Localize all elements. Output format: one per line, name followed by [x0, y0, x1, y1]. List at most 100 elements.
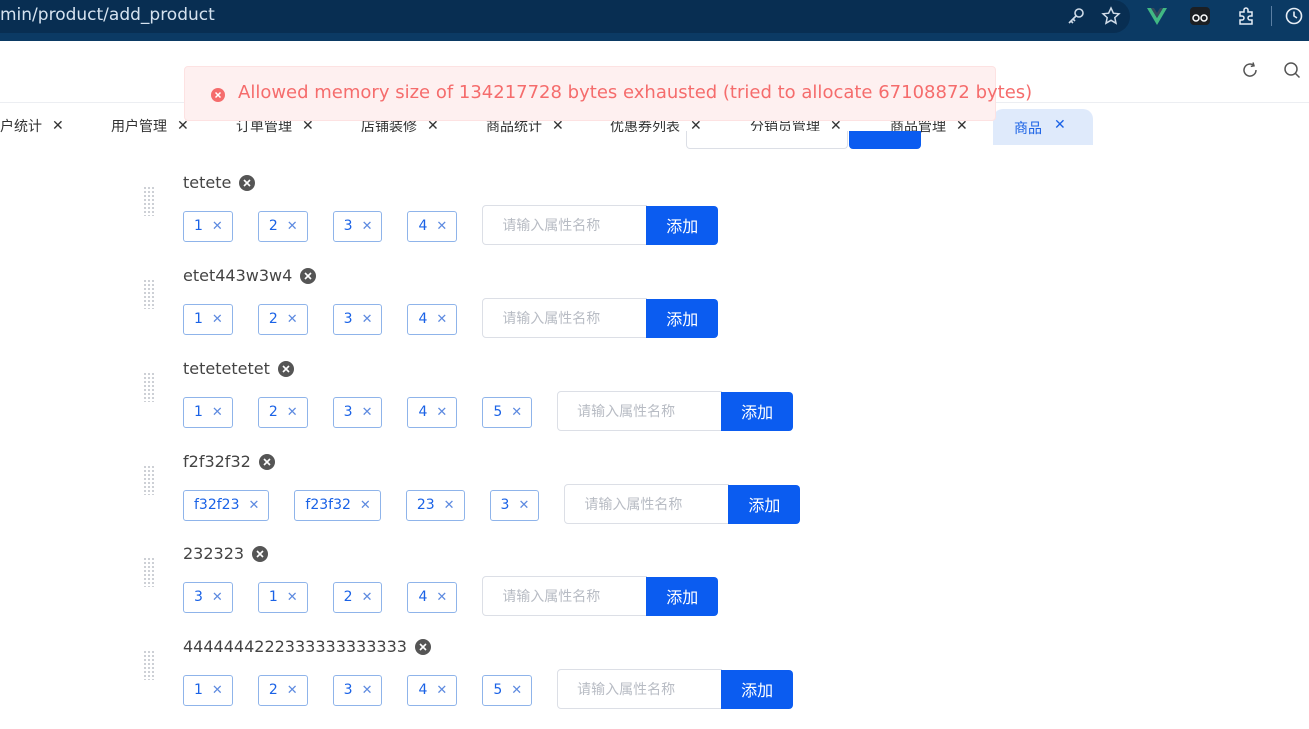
extension-glasses-icon[interactable] [1188, 5, 1212, 27]
close-icon[interactable]: ✕ [444, 498, 455, 513]
value-tag[interactable]: 3 ✕ [183, 581, 233, 613]
close-icon[interactable]: ✕ [511, 405, 522, 420]
add-button[interactable]: 添加 [646, 205, 719, 245]
value-tag[interactable]: 4 ✕ [407, 674, 458, 706]
remove-attribute-icon[interactable] [300, 267, 317, 284]
value-tag-text: 3 [194, 589, 203, 605]
close-icon[interactable]: ✕ [362, 219, 373, 234]
close-icon[interactable]: ✕ [212, 683, 223, 698]
close-icon[interactable]: ✕ [212, 312, 223, 327]
add-button[interactable]: 添加 [646, 576, 719, 616]
close-icon[interactable]: ✕ [436, 219, 447, 234]
value-tag[interactable]: f23f32 ✕ [294, 489, 381, 521]
attribute-value-input[interactable]: 请输入属性名称 [482, 205, 648, 245]
attribute-name-text: f2f32f32 [183, 452, 251, 471]
value-tag[interactable]: 5 ✕ [482, 674, 533, 706]
close-icon[interactable]: ✕ [436, 405, 447, 420]
add-button[interactable]: 添加 [721, 391, 794, 431]
tab-product-active[interactable]: 商品 ✕ [993, 109, 1093, 145]
add-button[interactable]: 添加 [721, 669, 794, 709]
drag-handle-icon[interactable] [143, 465, 155, 495]
remove-attribute-icon[interactable] [277, 360, 294, 377]
close-icon[interactable]: ✕ [436, 683, 447, 698]
close-icon[interactable]: ✕ [287, 219, 298, 234]
value-tag[interactable]: 2 ✕ [257, 303, 308, 335]
value-tag[interactable]: 4 ✕ [407, 581, 458, 613]
search-icon[interactable] [1281, 59, 1303, 81]
address-bar[interactable]: min/product/add_product [0, 0, 1130, 33]
close-icon[interactable]: ✕ [436, 590, 447, 605]
close-icon[interactable]: ✕ [52, 118, 64, 134]
drag-handle-icon[interactable] [143, 650, 155, 680]
attribute-name: tetetetetet [183, 359, 294, 378]
close-icon[interactable]: ✕ [249, 498, 260, 513]
close-icon[interactable]: ✕ [212, 405, 223, 420]
remove-attribute-icon[interactable] [258, 453, 275, 470]
value-tag[interactable]: 4 ✕ [407, 303, 458, 335]
attribute-value-input[interactable]: 请输入属性名称 [482, 298, 648, 338]
value-tag[interactable]: 3 ✕ [489, 489, 540, 521]
vue-devtools-icon[interactable] [1145, 5, 1169, 27]
drag-handle-icon[interactable] [143, 186, 155, 216]
value-tag[interactable]: 1 ✕ [183, 303, 233, 335]
value-tag[interactable]: f32f23 ✕ [183, 489, 270, 521]
add-button[interactable]: 添加 [646, 298, 719, 338]
add-button[interactable]: 添加 [728, 484, 801, 524]
value-tag[interactable]: 1 ✕ [183, 396, 233, 428]
value-tag[interactable]: 3 ✕ [332, 210, 383, 242]
close-icon[interactable]: ✕ [518, 498, 529, 513]
value-tag[interactable]: 2 ✕ [332, 581, 383, 613]
attribute-value-input[interactable]: 请输入属性名称 [564, 484, 730, 524]
value-tag[interactable]: 2 ✕ [257, 674, 308, 706]
remove-attribute-icon[interactable] [252, 545, 269, 562]
attribute-value-input[interactable]: 请输入属性名称 [557, 669, 723, 709]
close-icon[interactable]: ✕ [362, 312, 373, 327]
remove-attribute-icon[interactable] [239, 174, 256, 191]
close-icon[interactable]: ✕ [362, 683, 373, 698]
close-icon[interactable]: ✕ [511, 683, 522, 698]
obscured-input [686, 131, 848, 149]
value-tag-text: 4 [418, 682, 428, 698]
close-icon[interactable]: ✕ [287, 405, 298, 420]
tab-user-stats[interactable]: 户统计 ✕ [0, 111, 64, 141]
value-tag-text: 3 [343, 218, 353, 234]
tab-user-management[interactable]: 用户管理 ✕ [111, 111, 189, 141]
key-icon[interactable] [1064, 5, 1088, 27]
refresh-icon[interactable] [1239, 59, 1261, 81]
value-tag[interactable]: 23 ✕ [405, 489, 465, 521]
close-icon[interactable]: ✕ [212, 219, 223, 234]
attribute-values: 1 ✕ 2 ✕ 3 ✕ 4 ✕ 请输入属性名称 添加 [183, 205, 719, 245]
value-tag[interactable]: 5 ✕ [482, 396, 533, 428]
value-tag-text: 2 [343, 589, 353, 605]
value-tag[interactable]: 2 ✕ [257, 210, 308, 242]
drag-handle-icon[interactable] [143, 557, 155, 587]
value-tag-text: 2 [268, 218, 278, 234]
close-icon[interactable]: ✕ [212, 590, 223, 605]
close-icon[interactable]: ✕ [287, 590, 298, 605]
close-icon[interactable]: ✕ [360, 498, 371, 513]
value-tag[interactable]: 1 ✕ [257, 581, 308, 613]
value-tag[interactable]: 3 ✕ [332, 396, 383, 428]
attribute-value-input[interactable]: 请输入属性名称 [557, 391, 723, 431]
attribute-name: tetete [183, 173, 256, 192]
history-icon[interactable] [1282, 5, 1306, 27]
drag-handle-icon[interactable] [143, 279, 155, 309]
close-icon[interactable]: ✕ [287, 312, 298, 327]
value-tag[interactable]: 1 ✕ [183, 210, 233, 242]
value-tag[interactable]: 3 ✕ [332, 674, 383, 706]
bookmark-star-icon[interactable] [1099, 5, 1123, 27]
remove-attribute-icon[interactable] [414, 638, 431, 655]
value-tag[interactable]: 4 ✕ [407, 210, 458, 242]
value-tag[interactable]: 3 ✕ [332, 303, 383, 335]
close-icon[interactable]: ✕ [362, 590, 373, 605]
close-icon[interactable]: ✕ [287, 683, 298, 698]
drag-handle-icon[interactable] [143, 372, 155, 402]
value-tag[interactable]: 1 ✕ [183, 674, 233, 706]
attribute-value-input[interactable]: 请输入属性名称 [482, 576, 648, 616]
close-icon[interactable]: ✕ [436, 312, 447, 327]
value-tag[interactable]: 4 ✕ [407, 396, 458, 428]
close-icon[interactable]: ✕ [362, 405, 373, 420]
close-icon[interactable]: ✕ [1054, 117, 1066, 133]
extensions-puzzle-icon[interactable] [1234, 5, 1258, 27]
value-tag[interactable]: 2 ✕ [257, 396, 308, 428]
